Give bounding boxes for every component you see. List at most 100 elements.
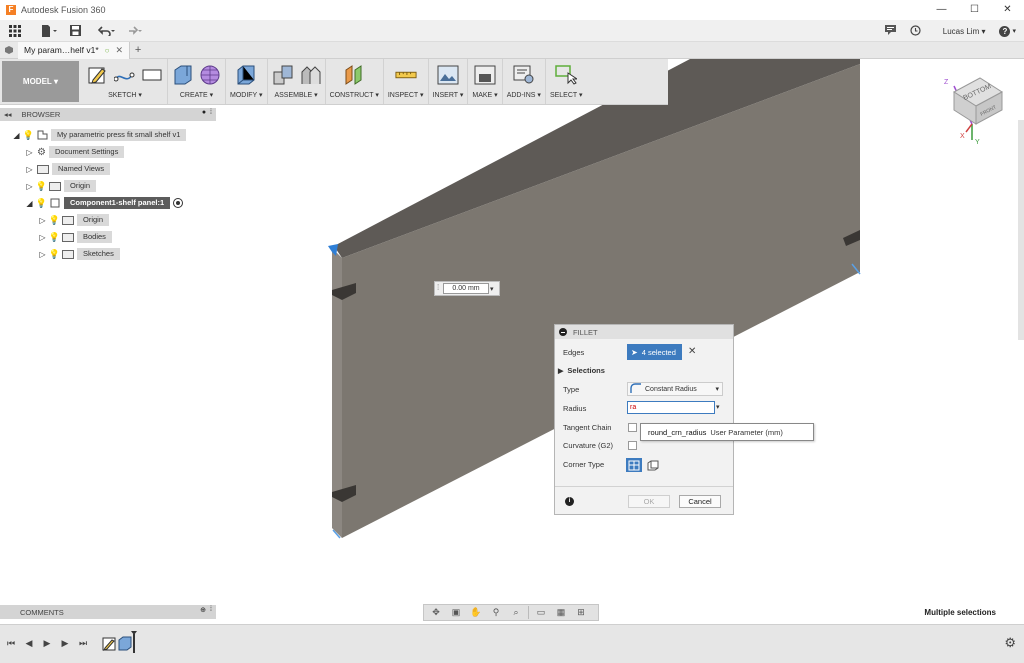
visibility-bulb-icon[interactable]: 💡: [36, 198, 47, 208]
visibility-bulb-icon[interactable]: 💡: [49, 215, 60, 225]
panel-resize-icon[interactable]: ⁞: [210, 109, 212, 116]
maximize-button[interactable]: ☐: [958, 0, 991, 20]
browser-header[interactable]: ◂◂ BROWSER ● ⁞: [0, 108, 216, 121]
viewports-icon[interactable]: ⊞: [573, 606, 589, 619]
press-pull-icon[interactable]: [235, 64, 257, 86]
tree-item-component[interactable]: ◢ 💡 Component1-shelf panel:1: [25, 196, 184, 210]
close-button[interactable]: ✕: [991, 0, 1024, 20]
parameter-autocomplete-item[interactable]: round_crn_radius User Parameter (mm): [640, 423, 814, 441]
expand-triangle-icon[interactable]: ▷: [25, 182, 34, 191]
create-sketch-icon[interactable]: [87, 64, 109, 86]
file-menu-icon[interactable]: [38, 20, 60, 42]
corner-rolling-ball-icon[interactable]: [626, 458, 642, 472]
gear-icon[interactable]: ⚙: [1004, 635, 1016, 651]
cancel-button[interactable]: Cancel: [679, 495, 721, 508]
fillet-type-select[interactable]: Constant Radius ▾: [627, 382, 723, 396]
distance-value-field[interactable]: 0.00 mm: [443, 283, 489, 294]
expand-triangle-icon[interactable]: ▷: [38, 250, 47, 259]
rectangle-tool-icon[interactable]: [141, 64, 163, 86]
toolbar-group-sketch[interactable]: SKETCH ▾: [79, 59, 168, 104]
tree-item-named-views[interactable]: ▷ Named Views: [25, 162, 111, 176]
plus-circle-icon[interactable]: ⊕: [200, 606, 206, 614]
look-at-icon[interactable]: ▣: [448, 606, 464, 619]
panel-resize-icon[interactable]: ⁞: [210, 606, 212, 614]
step-back-icon[interactable]: ◀: [22, 636, 36, 650]
visibility-bulb-icon[interactable]: 💡: [23, 130, 34, 140]
tree-item-origin[interactable]: ▷ 💡 Origin: [25, 179, 97, 193]
tree-root[interactable]: ◢ 💡 My parametric press fit small shelf …: [12, 128, 187, 142]
toolbar-group-assemble[interactable]: ASSEMBLE ▾: [268, 59, 326, 104]
toolbar-group-construct[interactable]: CONSTRUCT ▾: [326, 59, 384, 104]
help-button[interactable]: ? ▾: [999, 25, 1016, 37]
history-clock-icon[interactable]: [910, 24, 921, 38]
collapse-dialog-icon[interactable]: [559, 328, 567, 336]
grid-settings-icon[interactable]: ▦: [553, 606, 569, 619]
viewcube[interactable]: BOTTOM FRONT Z X Y: [940, 74, 1012, 146]
toolbar-group-make[interactable]: MAKE ▾: [468, 59, 503, 104]
toolbar-group-select[interactable]: SELECT ▾: [546, 59, 587, 104]
go-to-start-icon[interactable]: ⏮: [4, 636, 18, 650]
3d-print-icon[interactable]: [474, 64, 496, 86]
corner-setback-icon[interactable]: [645, 458, 661, 472]
visibility-bulb-icon[interactable]: 💡: [36, 181, 47, 191]
measure-icon[interactable]: [395, 64, 417, 86]
offset-plane-icon[interactable]: [343, 64, 365, 86]
toolbar-group-inspect[interactable]: INSPECT ▾: [384, 59, 429, 104]
chevron-down-icon[interactable]: ▾: [716, 403, 720, 411]
play-icon[interactable]: ▶: [40, 636, 54, 650]
workspace-switcher[interactable]: MODEL ▾: [2, 61, 79, 102]
info-icon[interactable]: i: [565, 497, 574, 506]
tree-item-sketches[interactable]: ▷ 💡 Sketches: [38, 247, 120, 261]
activate-radio-icon[interactable]: [173, 198, 184, 208]
edges-selection-button[interactable]: ➤ 4 selected: [627, 344, 682, 360]
timeline-sketch-feature-icon[interactable]: [102, 635, 116, 651]
clear-selection-icon[interactable]: ✕: [688, 346, 696, 357]
ok-button[interactable]: OK: [628, 495, 670, 508]
minimize-button[interactable]: —: [925, 0, 958, 20]
user-menu[interactable]: Lucas Lim ▾: [943, 27, 986, 36]
visibility-bulb-icon[interactable]: 💡: [49, 249, 60, 259]
extrude-icon[interactable]: [172, 64, 194, 86]
display-settings-icon[interactable]: ▭: [533, 606, 549, 619]
timeline-extrude-feature-icon[interactable]: [118, 635, 132, 651]
toolbar-group-addins[interactable]: ADD-INS ▾: [503, 59, 546, 104]
expand-triangle-icon[interactable]: ◢: [12, 131, 21, 140]
selections-group[interactable]: ▶ Selections: [558, 366, 605, 375]
data-panel-grid-icon[interactable]: [4, 20, 26, 42]
redo-icon[interactable]: [122, 20, 144, 42]
tangent-chain-checkbox[interactable]: [628, 423, 637, 432]
radius-input[interactable]: [627, 401, 715, 414]
scripts-addins-icon[interactable]: [513, 64, 535, 86]
insert-image-icon[interactable]: [437, 64, 459, 86]
new-tab-button[interactable]: +: [130, 44, 146, 56]
comments-panel-header[interactable]: COMMENTS ⊕ ⁞: [0, 605, 216, 619]
expand-triangle-icon[interactable]: ◢: [25, 199, 34, 208]
timeline-marker[interactable]: [131, 631, 137, 653]
toolbar-group-modify[interactable]: MODIFY ▾: [226, 59, 268, 104]
minus-circle-icon[interactable]: ●: [202, 109, 206, 116]
close-tab-icon[interactable]: ✕: [115, 45, 123, 56]
step-forward-icon[interactable]: ▶: [58, 636, 72, 650]
expand-triangle-icon[interactable]: ▷: [38, 233, 47, 242]
toolbar-group-insert[interactable]: INSERT ▾: [429, 59, 469, 104]
drag-handle-icon[interactable]: ⁞: [437, 283, 439, 292]
expand-triangle-icon[interactable]: ▷: [38, 216, 47, 225]
tree-item-origin-sub[interactable]: ▷ 💡 Origin: [38, 213, 110, 227]
pan-hand-icon[interactable]: ✋: [468, 606, 484, 619]
go-to-end-icon[interactable]: ⏭: [76, 636, 90, 650]
orbit-icon[interactable]: ✥: [428, 606, 444, 619]
zoom-icon[interactable]: ⚲: [488, 606, 504, 619]
form-icon[interactable]: [199, 64, 221, 86]
tree-item-bodies[interactable]: ▷ 💡 Bodies: [38, 230, 112, 244]
fillet-distance-manipulator[interactable]: ⁞ 0.00 mm ▾: [434, 281, 500, 296]
document-tab[interactable]: My param…helf v1* ○ ✕: [18, 41, 131, 59]
tree-item-document-settings[interactable]: ▷ ⚙ Document Settings: [25, 145, 125, 159]
chevron-down-icon[interactable]: ▾: [490, 285, 494, 293]
expand-triangle-icon[interactable]: ▷: [25, 148, 34, 157]
visibility-bulb-icon[interactable]: 💡: [49, 232, 60, 242]
new-component-icon[interactable]: [272, 64, 294, 86]
toolbar-group-create[interactable]: CREATE ▾: [168, 59, 226, 104]
expand-triangle-icon[interactable]: ▷: [25, 165, 34, 174]
collapse-panel-icon[interactable]: ◂◂: [4, 110, 12, 119]
dialog-header[interactable]: FILLET: [555, 325, 733, 339]
